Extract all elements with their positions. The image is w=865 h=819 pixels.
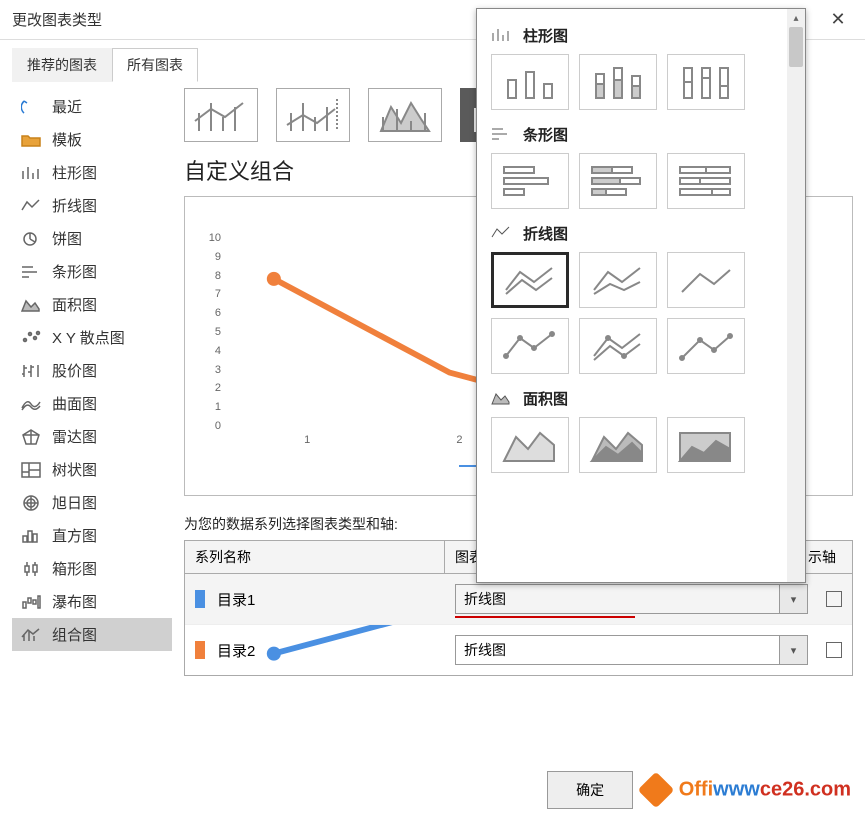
dropdown-option[interactable] (579, 417, 657, 473)
sidebar-item-label: 最近 (52, 96, 82, 117)
sidebar-item-radar[interactable]: 雷达图 (12, 420, 172, 453)
sidebar-item-line[interactable]: 折线图 (12, 189, 172, 222)
surface-chart-icon (20, 395, 42, 413)
sidebar-item-boxwhisker[interactable]: 箱形图 (12, 552, 172, 585)
sidebar-item-label: 箱形图 (52, 558, 97, 579)
sidebar-item-label: 柱形图 (52, 162, 97, 183)
combo-subtype-1[interactable] (184, 88, 258, 142)
dropdown-option[interactable] (667, 318, 745, 374)
stock-chart-icon (20, 362, 42, 380)
y-axis: 109876543210 (197, 232, 221, 432)
dropdown-option[interactable] (579, 153, 657, 209)
red-annotation (455, 616, 635, 618)
sidebar-item-combo[interactable]: 组合图 (12, 618, 172, 651)
watermark: Offiwwwce26.com (643, 777, 851, 803)
secondary-axis-checkbox[interactable] (826, 591, 842, 607)
scrollbar[interactable]: ▴ (787, 9, 805, 582)
dropdown-option[interactable] (491, 417, 569, 473)
series-type-select[interactable]: 折线图 ▾ (455, 584, 808, 614)
sidebar-item-label: 雷达图 (52, 426, 97, 447)
sidebar-item-bar[interactable]: 条形图 (12, 255, 172, 288)
sidebar-item-label: 折线图 (52, 195, 97, 216)
combo-subtype-3[interactable] (368, 88, 442, 142)
area-chart-icon (20, 296, 42, 314)
sidebar-item-histogram[interactable]: 直方图 (12, 519, 172, 552)
radar-chart-icon (20, 428, 42, 446)
dropdown-option-selected[interactable] (491, 252, 569, 308)
sunburst-icon (20, 494, 42, 512)
chart-type-dropdown[interactable]: 柱形图 条形图 折线图 面积图 ▴ (476, 8, 806, 583)
sidebar-item-area[interactable]: 面积图 (12, 288, 172, 321)
tab-all[interactable]: 所有图表 (112, 48, 198, 82)
dropdown-option[interactable] (667, 54, 745, 110)
scatter-chart-icon (20, 329, 42, 347)
dropdown-option[interactable] (491, 153, 569, 209)
scroll-up-icon: ▴ (787, 9, 805, 27)
dropdown-option[interactable] (667, 153, 745, 209)
bar-chart-icon (491, 126, 513, 144)
sidebar-item-pie[interactable]: 饼图 (12, 222, 172, 255)
sidebar-item-sunburst[interactable]: 旭日图 (12, 486, 172, 519)
dropdown-option[interactable] (579, 318, 657, 374)
sidebar-item-templates[interactable]: 模板 (12, 123, 172, 156)
sidebar-item-label: 饼图 (52, 228, 82, 249)
ok-button[interactable]: 确定 (547, 771, 633, 809)
waterfall-icon (20, 593, 42, 611)
dialog-footer: 确定 Offiwwwce26.com (547, 771, 851, 809)
combo-chart-icon (20, 626, 42, 644)
dropdown-option[interactable] (491, 318, 569, 374)
folder-icon (20, 131, 42, 149)
sidebar-item-label: 组合图 (52, 624, 97, 645)
sidebar-item-label: X Y 散点图 (52, 327, 125, 348)
sidebar-item-scatter[interactable]: X Y 散点图 (12, 321, 172, 354)
sidebar-item-label: 直方图 (52, 525, 97, 546)
sidebar-item-label: 瀑布图 (52, 591, 97, 612)
sidebar-item-recent[interactable]: 最近 (12, 90, 172, 123)
sidebar-item-label: 模板 (52, 129, 82, 150)
series-name: 目录1 (217, 589, 455, 610)
combo-subtype-2[interactable] (276, 88, 350, 142)
column-chart-icon (491, 27, 513, 45)
recent-icon (20, 98, 42, 116)
bar-chart-icon (20, 263, 42, 281)
sidebar-item-stock[interactable]: 股价图 (12, 354, 172, 387)
sidebar-item-label: 曲面图 (52, 393, 97, 414)
series-color-swatch (195, 590, 205, 608)
tab-recommended[interactable]: 推荐的图表 (12, 48, 112, 82)
scrollbar-thumb[interactable] (789, 27, 803, 67)
pie-chart-icon (20, 230, 42, 248)
column-chart-icon (20, 164, 42, 182)
histogram-icon (20, 527, 42, 545)
dropdown-option[interactable] (667, 252, 745, 308)
sidebar-item-label: 树状图 (52, 459, 97, 480)
box-whisker-icon (20, 560, 42, 578)
dropdown-option[interactable] (667, 417, 745, 473)
line-chart-icon (491, 225, 513, 243)
sidebar-item-label: 旭日图 (52, 492, 97, 513)
dropdown-option[interactable] (579, 252, 657, 308)
dropdown-option[interactable] (491, 54, 569, 110)
dropdown-category-area: 面积图 (491, 388, 783, 409)
dropdown-category-column: 柱形图 (491, 25, 783, 46)
series-color-swatch (195, 641, 205, 659)
treemap-icon (20, 461, 42, 479)
sidebar-item-surface[interactable]: 曲面图 (12, 387, 172, 420)
area-chart-icon (491, 390, 513, 408)
chart-type-sidebar: 最近 模板 柱形图 折线图 饼图 条形图 面积图 X Y 散点图 股价图 曲面图… (12, 82, 172, 770)
sidebar-item-treemap[interactable]: 树状图 (12, 453, 172, 486)
chevron-down-icon: ▾ (779, 585, 807, 613)
dropdown-category-line: 折线图 (491, 223, 783, 244)
close-button[interactable]: ✕ (823, 5, 853, 35)
line-chart-icon (20, 197, 42, 215)
sidebar-item-label: 条形图 (52, 261, 97, 282)
sidebar-item-label: 面积图 (52, 294, 97, 315)
sidebar-item-label: 股价图 (52, 360, 97, 381)
dropdown-option[interactable] (579, 54, 657, 110)
sidebar-item-waterfall[interactable]: 瀑布图 (12, 585, 172, 618)
sidebar-item-column[interactable]: 柱形图 (12, 156, 172, 189)
dropdown-category-bar: 条形图 (491, 124, 783, 145)
